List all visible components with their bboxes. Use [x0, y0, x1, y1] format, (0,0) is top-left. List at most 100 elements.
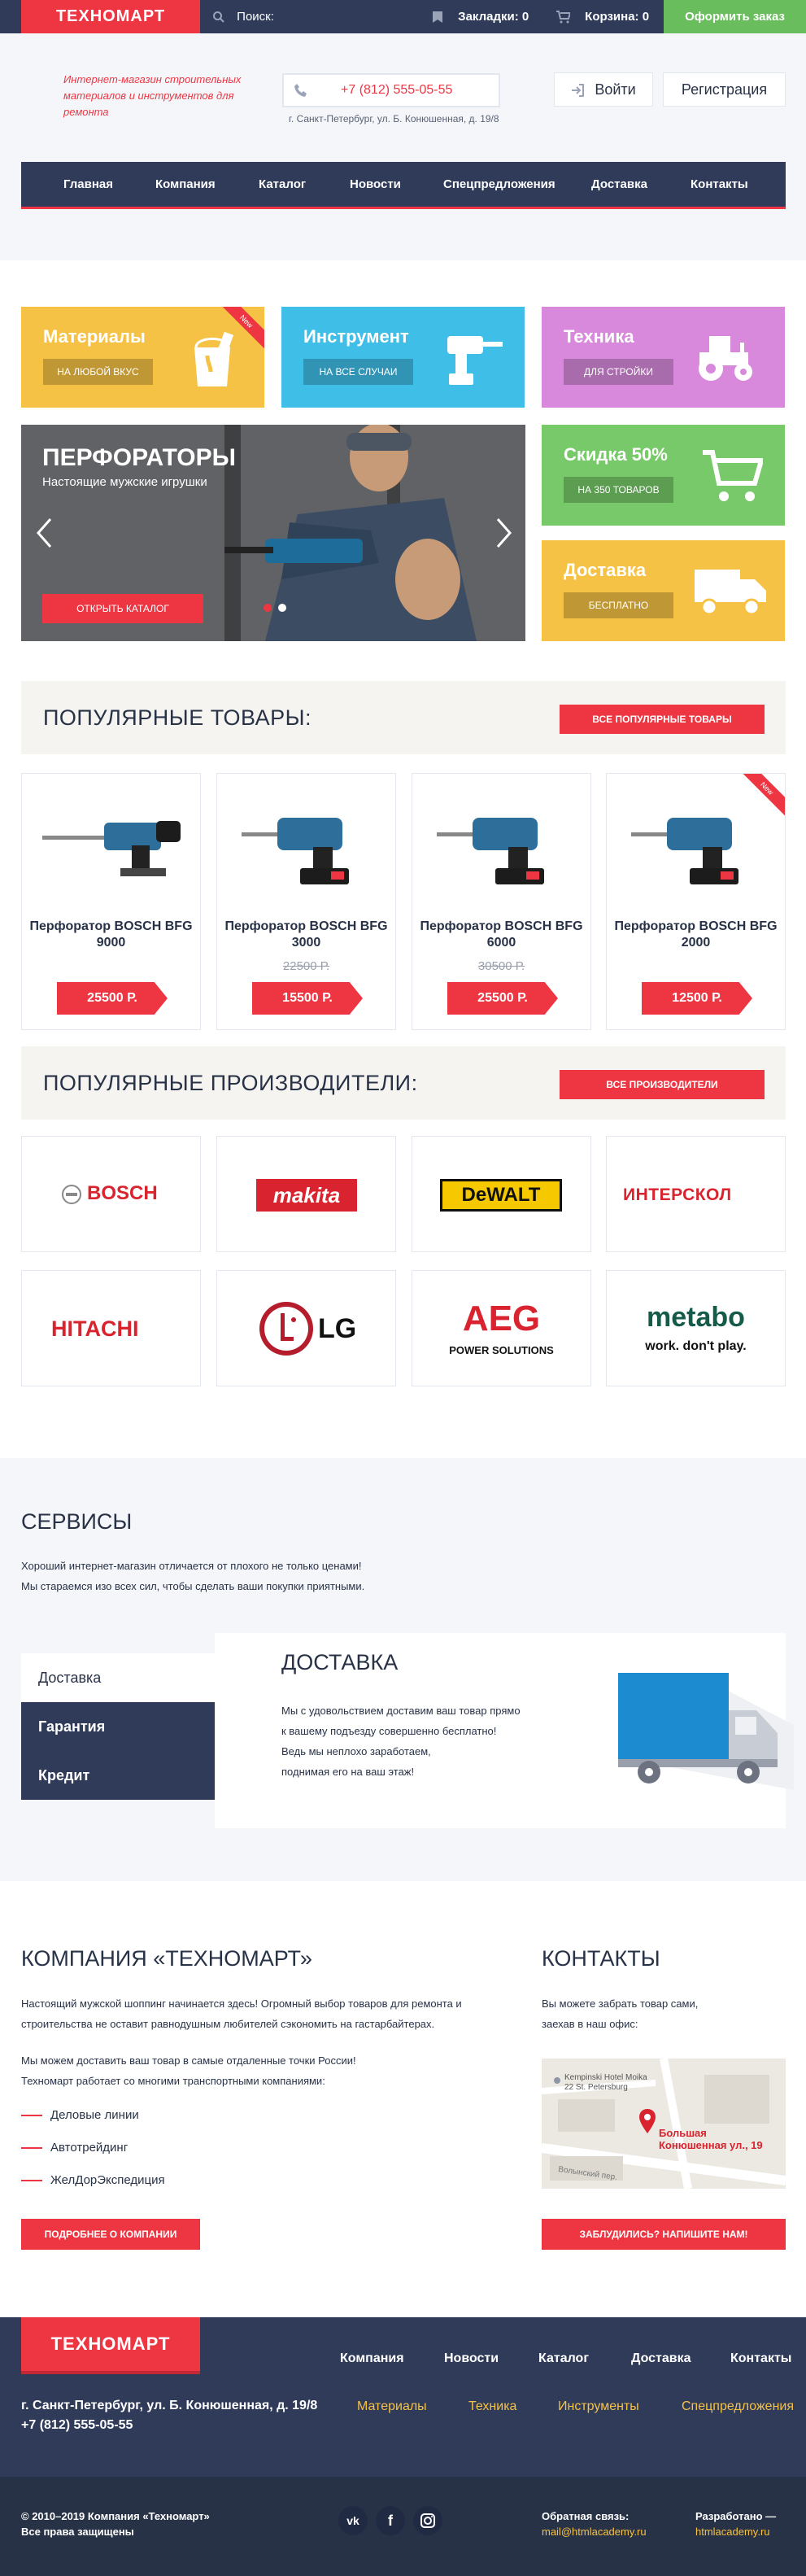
brand-lg[interactable]: LG: [216, 1270, 396, 1386]
nav-news[interactable]: Новости: [350, 162, 401, 207]
tile-discount[interactable]: Скидка 50% На 350 товаров: [542, 425, 785, 526]
developer-link[interactable]: htmlacademy.ru: [695, 2526, 770, 2538]
footer-nav-delivery[interactable]: Доставка: [631, 2351, 691, 2366]
footer-phone[interactable]: +7 (812) 555-05-55: [21, 2418, 133, 2433]
tile-button[interactable]: Для стройки: [564, 359, 673, 385]
footer-nav-company[interactable]: Компания: [340, 2351, 404, 2366]
header: [0, 33, 806, 260]
all-popular-button[interactable]: Все популярные товары: [560, 705, 765, 734]
tile-button[interactable]: На 350 товаров: [564, 477, 673, 503]
copyright: © 2010–2019 Компания «Техномарт»: [21, 2510, 210, 2522]
nav-catalog[interactable]: Каталог: [259, 162, 306, 207]
nav-specials[interactable]: Спецпредложения: [443, 162, 555, 207]
product-card[interactable]: Перфоратор BOSCH BFG 3000 22500 Р. 15500…: [216, 773, 396, 1030]
brand-bosch[interactable]: BOSCH: [21, 1136, 201, 1252]
product-name[interactable]: Перфоратор BOSCH BFG 3000: [217, 919, 395, 951]
bookmark-icon: [433, 11, 442, 24]
register-button[interactable]: Регистрация: [663, 72, 786, 107]
brand-aeg[interactable]: AEG POWER SOLUTIONS: [412, 1270, 591, 1386]
feedback-label: Обратная связь:: [542, 2510, 630, 2522]
delivery-text: Ведь мы неплохо заработаем,: [281, 1745, 431, 1757]
product-card[interactable]: Перфоратор BOSCH BFG 9000 25500 Р.: [21, 773, 201, 1030]
product-image: [631, 818, 738, 884]
price-button[interactable]: 15500 Р.: [252, 982, 363, 1015]
brand-makita[interactable]: makita: [216, 1136, 396, 1252]
nav-delivery[interactable]: Доставка: [591, 162, 647, 207]
tile-button[interactable]: На любой вкус: [43, 359, 153, 385]
partner-name: Автотрейдинг: [50, 2141, 129, 2155]
tile-title: Доставка: [564, 560, 647, 580]
footer-nav-machinery[interactable]: Техника: [468, 2399, 516, 2414]
nav-company[interactable]: Компания: [155, 162, 216, 207]
slider-dot[interactable]: [278, 604, 286, 612]
price-button[interactable]: 12500 Р.: [642, 982, 752, 1015]
hero-slider[interactable]: ПЕРФОРАТОРЫ Настоящие мужские игрушки От…: [21, 425, 525, 641]
vk-icon[interactable]: vk: [338, 2506, 368, 2535]
contacts-map[interactable]: Kempinski Hotel Moika 22 St. Petersburg …: [542, 2059, 786, 2189]
nav-home[interactable]: Главная: [63, 162, 113, 207]
main-nav: Главная Компания Каталог Новости Спецпре…: [21, 162, 786, 209]
footer-nav-materials[interactable]: Материалы: [357, 2399, 427, 2414]
services-text: Хороший интернет-магазин отличается от п…: [21, 1560, 362, 1572]
logo[interactable]: ТЕХНОМАРТ: [21, 0, 200, 33]
login-button[interactable]: Войти: [554, 72, 653, 107]
tile-button[interactable]: Бесплатно: [564, 592, 673, 618]
section-title: ПОПУЛЯРНЫЕ ПРОИЗВОДИТЕЛИ:: [43, 1071, 418, 1095]
product-image: [242, 818, 349, 884]
brand-interskol[interactable]: ИНТЕРСКОЛ: [606, 1136, 786, 1252]
about-company-button[interactable]: Подробнее о компании: [21, 2219, 200, 2250]
brand-metabo[interactable]: metabo work. don't play.: [606, 1270, 786, 1386]
open-catalog-button[interactable]: Открыть каталог: [42, 594, 203, 623]
product-name[interactable]: Перфоратор BOSCH BFG 6000: [412, 919, 590, 951]
slider-dot-active[interactable]: [264, 604, 272, 612]
map-poi-icon: [554, 2077, 560, 2084]
checkout-button[interactable]: Оформить заказ: [664, 0, 806, 33]
tile-machinery[interactable]: Техника Для стройки: [542, 307, 785, 408]
footer-nav-catalog[interactable]: Каталог: [538, 2351, 589, 2366]
cart-link[interactable]: Корзина: 0: [556, 0, 649, 33]
chevron-left-icon[interactable]: [36, 517, 52, 548]
product-card[interactable]: New Перфоратор BOSCH BFG 2000 12500 Р.: [606, 773, 786, 1030]
bookmarks-label: Закладки: 0: [458, 10, 529, 24]
phone-number[interactable]: +7 (812) 555-05-55: [341, 75, 452, 106]
tile-button[interactable]: На все случаи: [303, 359, 413, 385]
facebook-icon[interactable]: f: [376, 2506, 405, 2535]
price-button[interactable]: 25500 Р.: [57, 982, 168, 1015]
partner-name: ЖелДорЭкспедиция: [50, 2173, 165, 2187]
footer-nav-contacts[interactable]: Контакты: [730, 2351, 791, 2366]
contacts-text: Вы можете забрать товар сами,: [542, 1997, 699, 2010]
brand-hitachi[interactable]: HITACHI: [21, 1270, 201, 1386]
bookmarks-link[interactable]: Закладки: 0: [432, 0, 529, 33]
partner-item: Автотрейдинг: [21, 2140, 128, 2156]
product-old-price: 30500 Р.: [477, 959, 525, 973]
brand-name: makita: [256, 1179, 357, 1212]
nav-contacts[interactable]: Контакты: [691, 162, 748, 207]
footer-nav-news[interactable]: Новости: [444, 2351, 499, 2366]
brand-name: LG: [318, 1313, 357, 1344]
feedback-email[interactable]: mail@htmlacademy.ru: [542, 2526, 647, 2538]
footer-nav-specials[interactable]: Спецпредложения: [682, 2399, 794, 2414]
tab-credit[interactable]: Кредит: [21, 1751, 215, 1800]
search-field[interactable]: Поиск:: [212, 0, 274, 33]
price-button[interactable]: 25500 Р.: [447, 982, 558, 1015]
chevron-right-icon[interactable]: [496, 517, 512, 548]
write-us-button[interactable]: Заблудились? Напишите нам!: [542, 2219, 786, 2250]
partner-item: ЖелДорЭкспедиция: [21, 2172, 165, 2189]
brand-dewalt[interactable]: DeWALT: [412, 1136, 591, 1252]
tab-warranty[interactable]: Гарантия: [21, 1702, 215, 1751]
map-hotel-label: Kempinski Hotel Moika: [564, 2073, 647, 2082]
map-address-label: Большая: [659, 2127, 707, 2139]
footer-address: г. Санкт-Петербург, ул. Б. Конюшенная, д…: [21, 2399, 318, 2412]
product-name[interactable]: Перфоратор BOSCH BFG 2000: [607, 919, 785, 951]
tile-materials[interactable]: Материалы На любой вкус New: [21, 307, 264, 408]
tile-delivery[interactable]: Доставка Бесплатно: [542, 540, 785, 641]
footer-nav-tools[interactable]: Инструменты: [558, 2399, 639, 2414]
all-brands-button[interactable]: Все производители: [560, 1070, 765, 1099]
product-name[interactable]: Перфоратор BOSCH BFG 9000: [22, 919, 200, 951]
tab-delivery[interactable]: Доставка: [21, 1653, 215, 1702]
footer-logo[interactable]: ТЕХНОМАРТ: [21, 2317, 200, 2374]
cart-label: Корзина: 0: [585, 10, 650, 24]
tile-tools[interactable]: Инструмент На все случаи: [281, 307, 525, 408]
instagram-icon[interactable]: [413, 2506, 442, 2535]
product-card[interactable]: Перфоратор BOSCH BFG 6000 30500 Р. 25500…: [412, 773, 591, 1030]
